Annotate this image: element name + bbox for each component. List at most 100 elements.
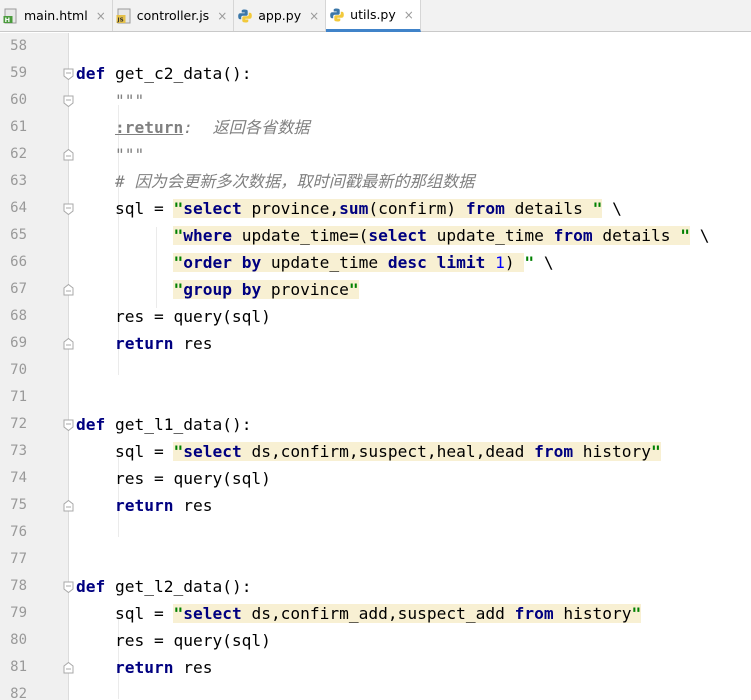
tab-label: utils.py [350,7,396,22]
code-line[interactable]: 66 "order by update_time desc limit 1) "… [0,249,751,276]
fold-expand-icon[interactable] [63,581,74,593]
code-token: """ [114,145,145,164]
code-line[interactable]: 67 "group by province" [0,276,751,303]
code-token: province, [241,199,340,218]
code-line[interactable]: 78 def get_l2_data(): [0,573,751,600]
code-token: from [465,199,505,218]
tab-controller-js[interactable]: JS controller.js × [113,0,235,31]
code-token: res = query(sql) [76,307,271,326]
line-number: 67 [10,281,27,297]
fold-end-icon[interactable] [63,284,74,296]
code-token: from [553,226,593,245]
tab-utils-py[interactable]: utils.py × [326,0,421,32]
code-line[interactable]: 63 # 因为会更新多次数据，取时间戳最新的那组数据 [0,168,751,195]
svg-text:JS: JS [116,17,123,23]
code-line[interactable]: 70 [0,357,751,384]
close-icon[interactable]: × [309,10,319,22]
svg-text:H: H [5,16,10,24]
code-token: sum [339,199,369,218]
tab-main-html[interactable]: H main.html × [0,0,113,31]
code-token: " [524,253,535,272]
code-editor[interactable]: 58 59 def get_c2_data(): 60 """ 61 :return: … [0,33,751,700]
code-line[interactable]: 72 def get_l1_data(): [0,411,751,438]
code-token: def [76,577,106,596]
code-token: " [680,226,691,245]
code-line[interactable]: 69 return res [0,330,751,357]
code-line[interactable]: 75 return res [0,492,751,519]
code-token: get_l2_data(): [105,577,252,596]
fold-end-icon[interactable] [63,149,74,161]
code-token: " [173,199,184,218]
code-token: (confirm) [368,199,466,218]
fold-expand-icon[interactable] [63,203,74,215]
code-line[interactable]: 60 """ [0,87,751,114]
line-number: 61 [10,119,27,135]
code-line[interactable]: 74 res = query(sql) [0,465,751,492]
close-icon[interactable]: × [217,10,227,22]
code-token: from [514,604,554,623]
code-text: return res [76,654,212,681]
code-token: " [651,442,661,461]
code-token: \ [602,199,622,218]
code-text: "group by province" [76,276,359,303]
code-token: update_time=( [231,226,369,245]
code-line[interactable]: 61 :return: 返回各省数据 [0,114,751,141]
code-line[interactable]: 64 sql = "select province,sum(confirm) f… [0,195,751,222]
line-number: 65 [10,227,27,243]
code-token: res [173,334,213,353]
editor-tab-bar: H main.html × JS controller.js × app.py … [0,0,751,32]
code-token: : 返回各省数据 [183,118,310,137]
fold-expand-icon[interactable] [63,419,74,431]
code-token: " [592,199,603,218]
code-line[interactable]: 77 [0,546,751,573]
fold-end-icon[interactable] [63,338,74,350]
line-number: 62 [10,146,27,162]
line-number: 80 [10,632,27,648]
code-token: " [348,280,359,299]
tab-label: main.html [24,8,88,23]
code-line[interactable]: 82 [0,681,751,700]
code-line[interactable]: 65 "where update_time=(select update_tim… [0,222,751,249]
code-token: \ [690,226,710,245]
code-token: " [173,280,184,299]
code-token: def [76,415,106,434]
close-icon[interactable]: × [404,9,414,21]
code-text: sql = "select province,sum(confirm) from… [76,195,622,222]
code-line[interactable]: 81 return res [0,654,751,681]
fold-end-icon[interactable] [63,500,74,512]
tab-app-py[interactable]: app.py × [234,0,327,31]
code-token: " [173,253,184,272]
code-text: """ [76,87,144,114]
close-icon[interactable]: × [96,10,106,22]
code-token: sql = [76,442,174,461]
code-line[interactable]: 71 [0,384,751,411]
code-token: get_c2_data(): [105,64,252,83]
code-line[interactable]: 59 def get_c2_data(): [0,60,751,87]
code-line[interactable]: 68 res = query(sql) [0,303,751,330]
code-token: from [534,442,574,461]
code-text: return res [76,330,212,357]
line-number: 76 [10,524,27,540]
code-token: ds,confirm,suspect,heal,dead [241,442,535,461]
line-number: 59 [10,65,27,81]
code-line[interactable]: 76 [0,519,751,546]
code-token [485,253,496,272]
code-line[interactable]: 58 [0,33,751,60]
code-token: ) [504,253,525,272]
line-number: 75 [10,497,27,513]
fold-expand-icon[interactable] [63,95,74,107]
code-token: ds,confirm_add,suspect_add [241,604,515,623]
code-token: 1 [495,253,505,272]
code-line[interactable]: 79 sql = "select ds,confirm_add,suspect_… [0,600,751,627]
fold-expand-icon[interactable] [63,68,74,80]
fold-end-icon[interactable] [63,662,74,674]
code-text: # 因为会更新多次数据，取时间戳最新的那组数据 [76,168,474,195]
code-line[interactable]: 80 res = query(sql) [0,627,751,654]
code-token: " [173,442,184,461]
ide-window: H main.html × JS controller.js × app.py … [0,0,751,700]
code-line[interactable]: 62 """ [0,141,751,168]
code-line[interactable]: 73 sql = "select ds,confirm,suspect,heal… [0,438,751,465]
